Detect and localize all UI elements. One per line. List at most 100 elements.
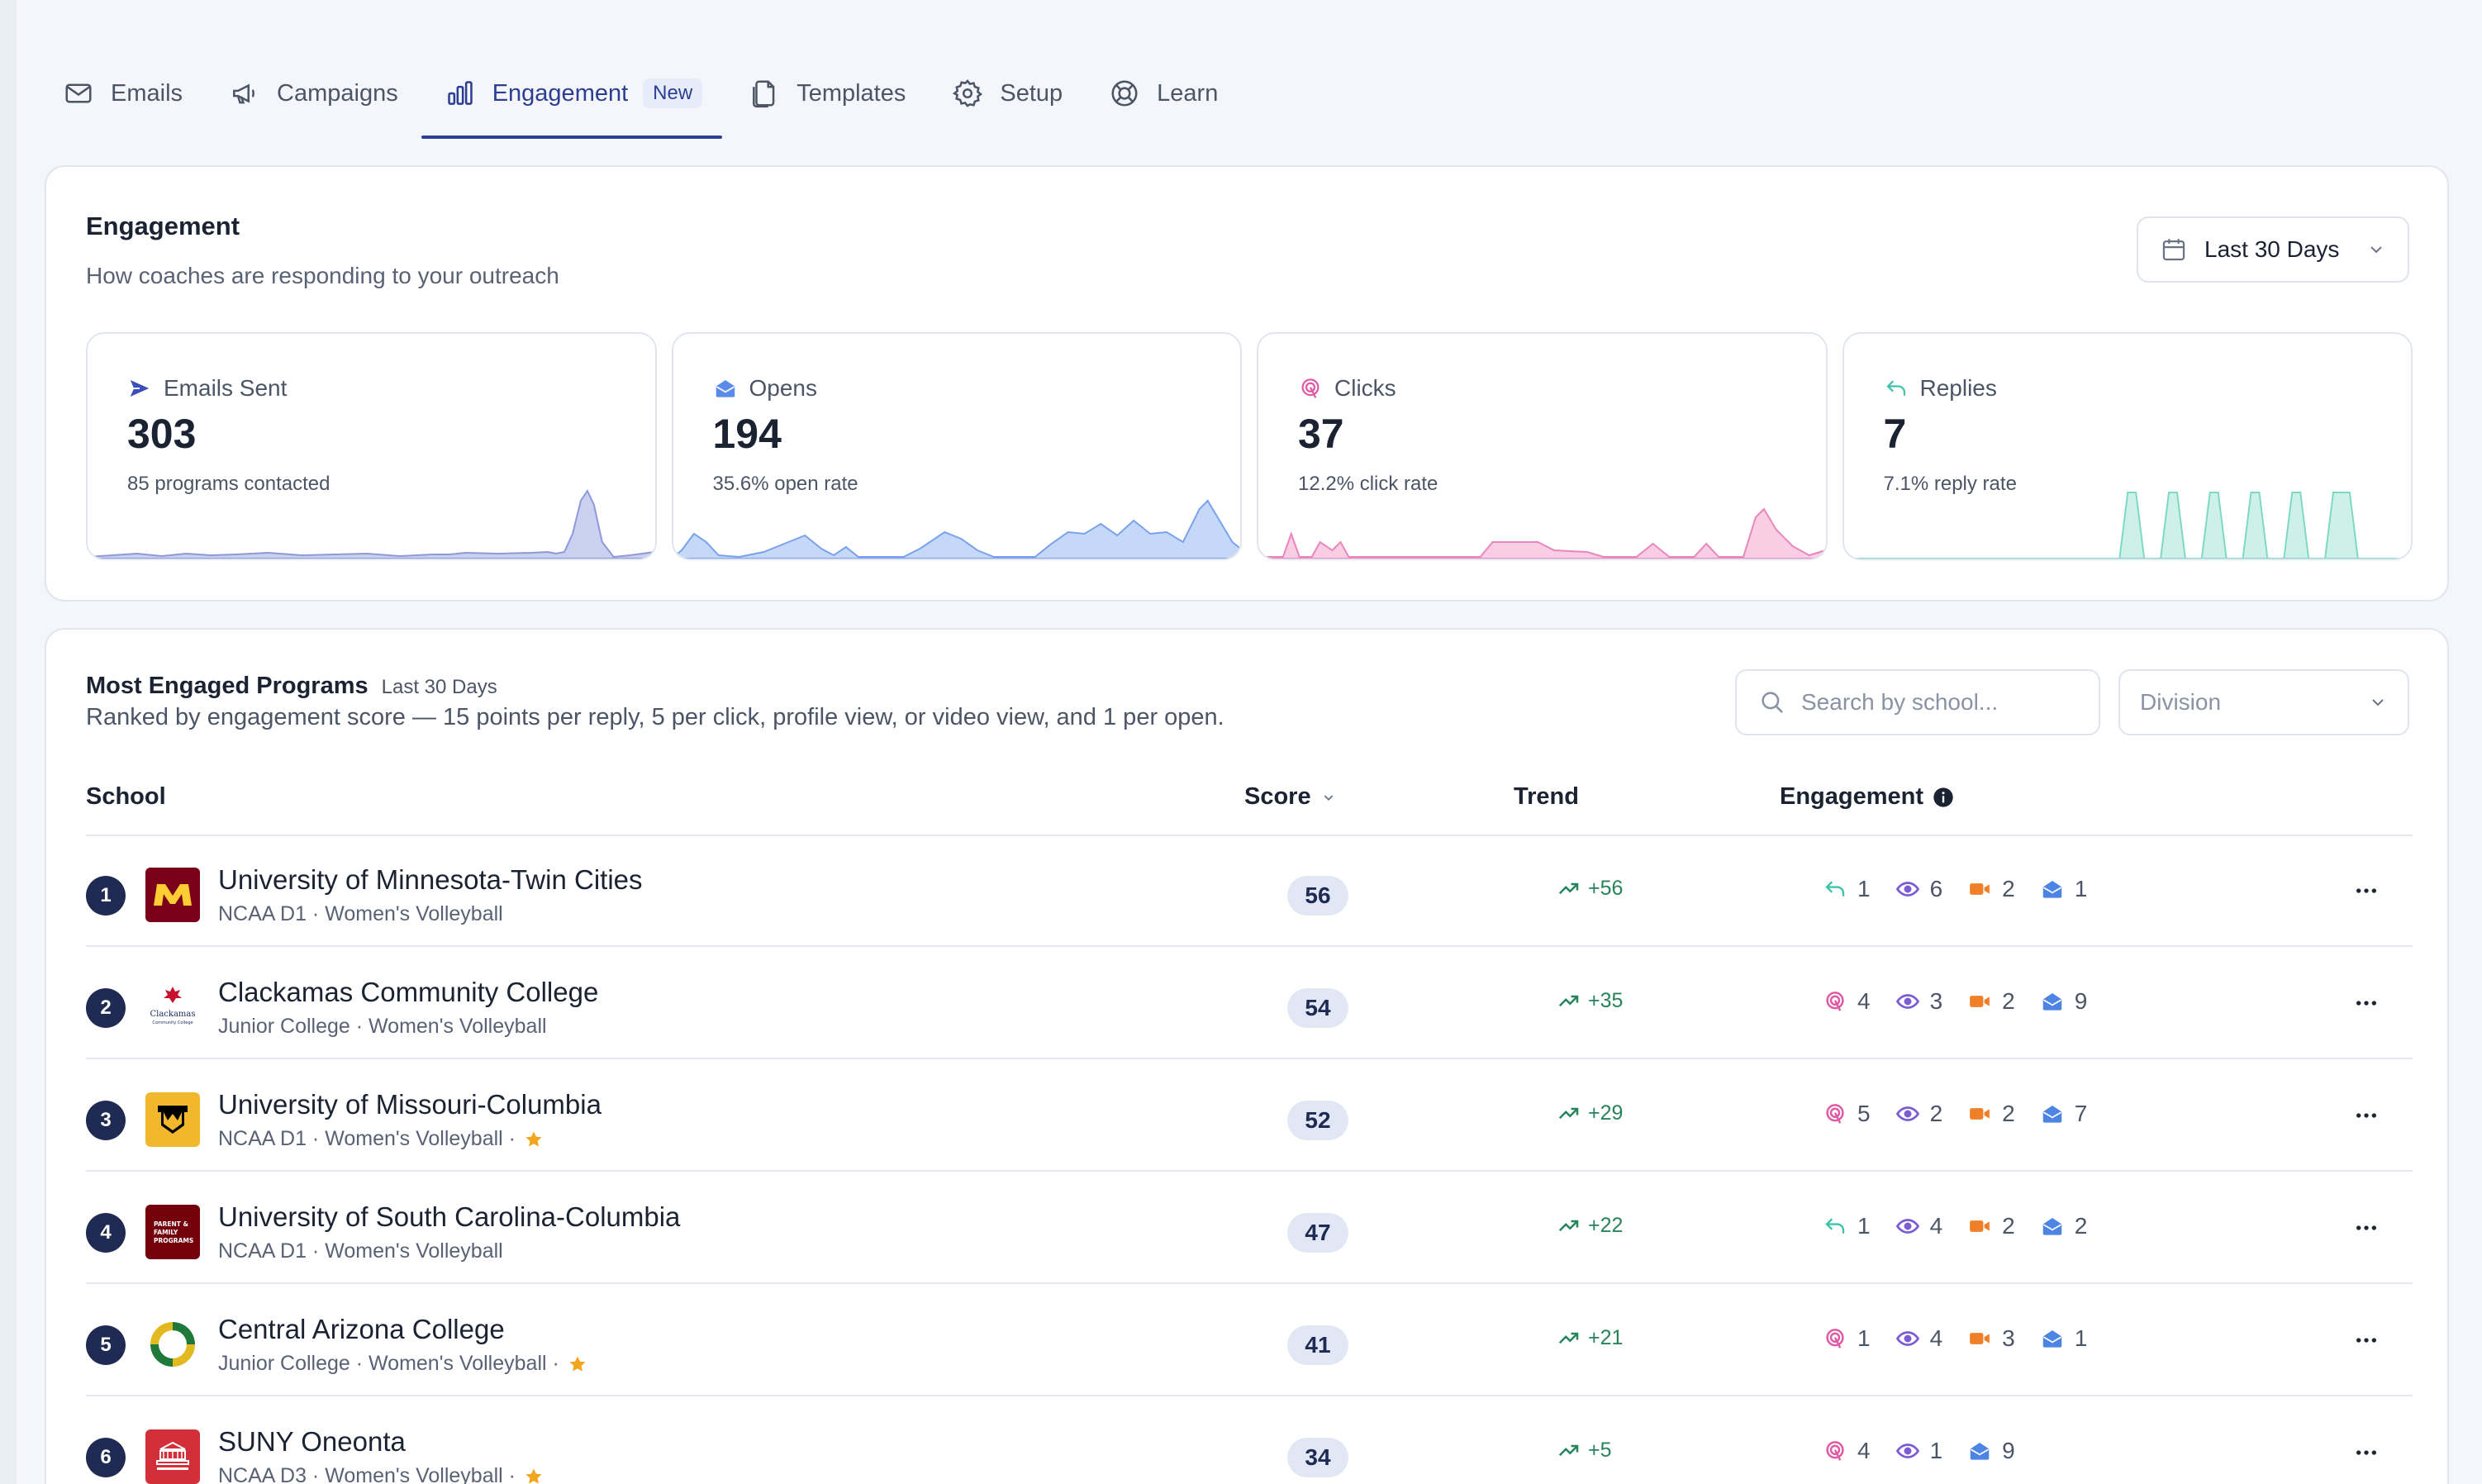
engagement-stat: 3 — [1895, 988, 1943, 1015]
score-pill: 41 — [1287, 1325, 1348, 1365]
engagement-breakdown: 1 4 2 2 — [1823, 1213, 2112, 1239]
open-envelope-icon — [2040, 1326, 2075, 1351]
stat-label: Emails Sent — [164, 375, 288, 401]
tab-templates[interactable]: Templates — [749, 68, 906, 119]
column-header-engagement[interactable]: Engagement — [1780, 783, 1955, 811]
engagement-count: 3 — [2002, 1325, 2015, 1351]
column-label: School — [86, 783, 166, 810]
eye-icon — [1895, 1439, 1930, 1463]
engagement-stat: 2 — [1967, 876, 2015, 902]
engagement-stat: 4 — [1823, 1438, 1871, 1464]
info-icon[interactable] — [1932, 786, 1955, 809]
more-horizontal-icon — [2353, 878, 2380, 904]
trend-value: +29 — [1588, 1101, 1624, 1125]
stat-card-clicks[interactable]: Clicks 37 12.2% click rate — [1257, 332, 1828, 560]
more-actions-button[interactable] — [2350, 874, 2383, 907]
trend-up-icon — [1557, 988, 1588, 1013]
star-icon — [516, 1467, 544, 1484]
open-envelope-icon — [2040, 1214, 2075, 1239]
trend-indicator: +35 — [1557, 988, 1623, 1013]
trend-indicator: +56 — [1557, 876, 1623, 901]
school-name[interactable]: University of Missouri-Columbia — [218, 1089, 601, 1120]
tab-label: Engagement — [492, 79, 629, 107]
lifebuoy-icon — [1111, 80, 1138, 107]
engagement-count: 9 — [2074, 988, 2088, 1014]
stat-card-emails-sent[interactable]: Emails Sent 303 85 programs contacted — [86, 332, 657, 560]
score-pill: 56 — [1287, 876, 1348, 916]
tab-setup[interactable]: Setup — [952, 68, 1063, 119]
page: Emails Campaigns Engagement New Template… — [0, 0, 2482, 1484]
stat-value: 194 — [712, 411, 782, 457]
stat-card-opens[interactable]: Opens 194 35.6% open rate — [671, 332, 1242, 560]
engagement-stat: 2 — [1895, 1101, 1942, 1127]
engagement-stat: 4 — [1895, 1325, 1943, 1352]
date-range-label: Last 30 Days — [2204, 236, 2340, 262]
school-logo — [145, 868, 200, 922]
school-logo: PARENT & FAMILY PROGRAMS — [145, 1205, 200, 1259]
more-actions-button[interactable] — [2350, 987, 2383, 1020]
rank-badge: 6 — [86, 1438, 126, 1477]
engagement-stat: 2 — [1967, 1213, 2015, 1239]
school-name[interactable]: University of South Carolina-Columbia — [218, 1201, 680, 1233]
eye-icon — [1895, 1101, 1930, 1126]
column-header-score[interactable]: Score — [1244, 783, 1338, 811]
reply-icon — [1823, 1214, 1857, 1239]
more-actions-button[interactable] — [2350, 1436, 2383, 1469]
stat-header: Clicks — [1298, 375, 1396, 402]
trend-indicator: +29 — [1557, 1101, 1623, 1125]
more-actions-button[interactable] — [2350, 1324, 2383, 1357]
more-actions-button[interactable] — [2350, 1211, 2383, 1244]
school-name[interactable]: University of Minnesota-Twin Cities — [218, 864, 643, 896]
table-row[interactable]: 1 University of Minnesota-Twin Cities NC… — [86, 840, 2413, 947]
sparkline-clicks — [1258, 507, 1826, 559]
trend-indicator: +22 — [1557, 1213, 1623, 1238]
engagement-stat: 4 — [1895, 1213, 1942, 1239]
school-name[interactable]: Clackamas Community College — [218, 977, 598, 1008]
date-range-dropdown[interactable]: Last 30 Days — [2137, 216, 2409, 283]
tab-engagement[interactable]: Engagement New — [421, 68, 723, 139]
open-envelope-icon — [2040, 877, 2075, 901]
school-name[interactable]: Central Arizona College — [218, 1314, 505, 1345]
video-icon — [1967, 1214, 2002, 1239]
send-icon — [130, 380, 150, 397]
engagement-stat: 1 — [1823, 1325, 1871, 1352]
table-row[interactable]: 4 PARENT & FAMILY PROGRAMS University of S… — [86, 1177, 2413, 1284]
more-horizontal-icon — [2353, 1102, 2380, 1129]
engagement-count: 1 — [1857, 1325, 1871, 1351]
calendar-icon — [2162, 239, 2185, 261]
table-row[interactable]: 6 SUNY Oneonta NCAA D3 · Women's Volleyb… — [86, 1401, 2413, 1484]
tab-label: Setup — [1000, 79, 1063, 107]
engagement-count: 1 — [1857, 876, 1871, 901]
score-pill: 34 — [1287, 1438, 1348, 1477]
tab-learn[interactable]: Learn — [1109, 68, 1218, 119]
table-row[interactable]: 3 University of Missouri-Columbia NCAA D… — [86, 1064, 2413, 1172]
column-header-school[interactable]: School — [86, 783, 166, 811]
column-header-trend[interactable]: Trend — [1514, 783, 1579, 811]
engagement-count: 4 — [1929, 1325, 1943, 1351]
open-envelope-icon — [1967, 1439, 2002, 1463]
table-row[interactable]: 2 Clackamas Community College Clackamas C… — [86, 952, 2413, 1059]
engagement-count: 3 — [1929, 988, 1943, 1014]
column-label: Score — [1244, 783, 1311, 810]
mail-icon — [65, 83, 92, 103]
tab-campaigns[interactable]: Campaigns — [229, 68, 398, 119]
bar-chart-icon — [447, 81, 473, 105]
column-label: Engagement — [1780, 783, 1924, 810]
programs-title-text: Most Engaged Programs — [86, 673, 368, 699]
table-row[interactable]: 5 Central Arizona College Junior College… — [86, 1289, 2413, 1396]
stat-card-replies[interactable]: Replies 7 7.1% reply rate — [1842, 332, 2413, 560]
video-icon — [1967, 989, 2002, 1014]
eye-icon — [1895, 877, 1930, 901]
more-actions-button[interactable] — [2350, 1099, 2383, 1132]
stat-header: Opens — [713, 375, 817, 402]
rank-badge: 1 — [86, 876, 126, 916]
division-dropdown[interactable]: Division — [2118, 669, 2409, 735]
megaphone-icon — [233, 83, 254, 104]
trend-up-icon — [1557, 1213, 1588, 1238]
programs-description: Ranked by engagement score — 15 points p… — [86, 704, 1224, 730]
school-meta: NCAA D1 · Women's Volleyball — [218, 902, 503, 926]
school-search-input[interactable]: Search by school... — [1735, 669, 2100, 735]
school-meta-text: Junior College · Women's Volleyball — [218, 1015, 547, 1038]
tab-emails[interactable]: Emails — [63, 68, 183, 119]
school-name[interactable]: SUNY Oneonta — [218, 1426, 406, 1458]
